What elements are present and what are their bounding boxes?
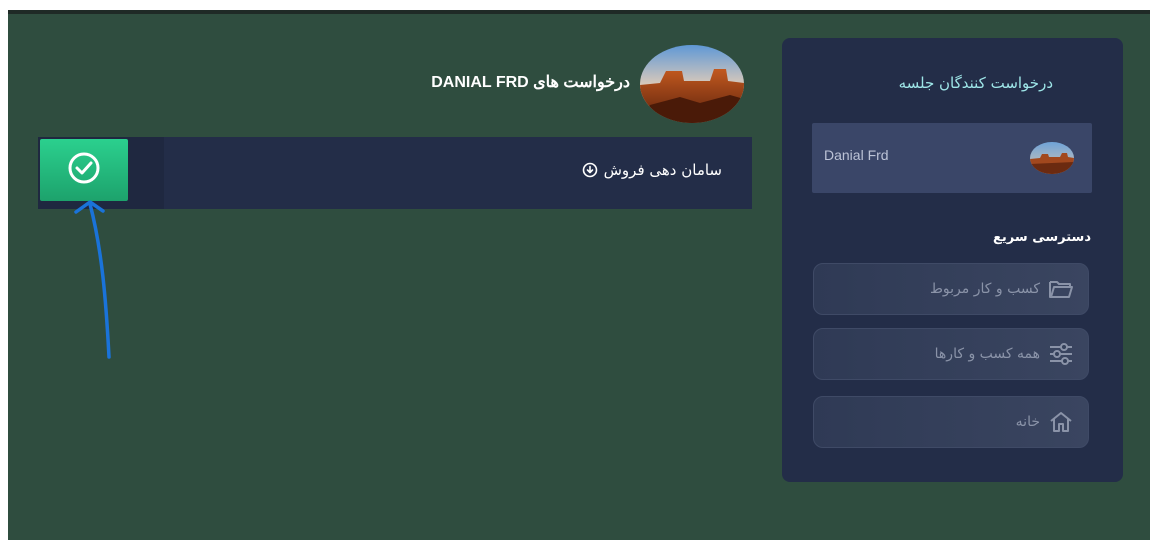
quick-link-related-business[interactable]: کسب و کار مربوط — [813, 263, 1089, 315]
quick-link-home[interactable]: خانه — [813, 396, 1089, 448]
quick-link-label: خانه — [1015, 414, 1040, 430]
top-divider — [8, 10, 1150, 14]
page-title: درخواست های DANIAL FRD — [431, 74, 630, 91]
home-icon — [1048, 410, 1074, 434]
quick-link-all-businesses[interactable]: همه کسب و کارها — [813, 328, 1089, 380]
quick-link-label: کسب و کار مربوط — [929, 281, 1040, 297]
approve-button[interactable] — [40, 139, 128, 201]
user-avatar — [640, 45, 744, 123]
request-row: سامان دهی فروش — [38, 137, 752, 209]
sidebar: درخواست کنندگان جلسه Danial Frd دسترسی س… — [782, 38, 1123, 482]
desert-image-icon — [640, 45, 744, 123]
attendee-name: Danial Frd — [824, 147, 889, 163]
quick-access-title: دسترسی سریع — [993, 230, 1091, 245]
request-label: سامان دهی فروش — [603, 161, 722, 179]
check-circle-icon — [66, 150, 102, 190]
request-item[interactable]: سامان دهی فروش — [582, 161, 722, 179]
desert-image-icon — [1030, 142, 1074, 174]
sidebar-title: درخواست کنندگان جلسه — [898, 74, 1053, 92]
attendee-avatar — [1030, 142, 1074, 174]
quick-link-label: همه کسب و کارها — [934, 346, 1040, 362]
attendee-item[interactable]: Danial Frd — [812, 123, 1092, 193]
sliders-icon — [1048, 342, 1074, 366]
folder-icon — [1048, 278, 1074, 300]
download-circle-icon — [582, 162, 598, 178]
